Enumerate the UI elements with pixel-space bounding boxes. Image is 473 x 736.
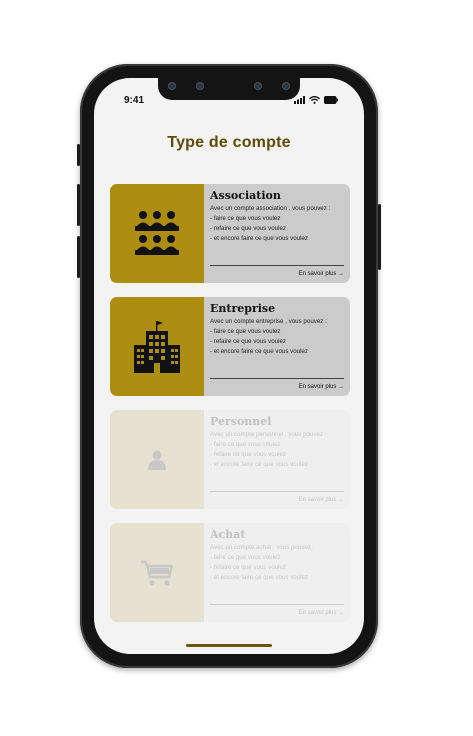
card-icon-panel [110,410,204,509]
camera-icon [196,82,204,90]
card-intro: Avec un compte achat , vous pouvez : [210,544,315,551]
volume-down-button [77,236,80,278]
card-line: - refaire ce que vous voulez [210,564,287,571]
card-title: Entreprise [210,302,276,315]
account-card-entreprise[interactable]: Entreprise Avec un compte entreprise , v… [110,297,350,396]
account-card-achat[interactable]: Achat Avec un compte achat , vous pouvez… [110,523,350,622]
card-divider [210,604,344,605]
card-line: - refaire ce que vous voulez [210,225,287,232]
card-title: Association [210,189,281,202]
card-divider [210,491,344,492]
card-icon-panel [110,184,204,283]
card-line: - faire ce que vous voulez [210,328,281,335]
card-description: Avec un compte achat , vous pouvez : - f… [210,543,344,583]
card-body: Achat Avec un compte achat , vous pouvez… [204,523,350,622]
page-title: Type de compte [167,134,291,151]
notch [158,78,300,100]
card-intro: Avec un compte personnel , vous pouvez : [210,431,327,438]
card-line: - et encore faire ce que vous voulez [210,348,309,355]
camera-icon [254,82,262,90]
card-icon-panel [110,523,204,622]
card-body: Association Avec un compte association ,… [204,184,350,283]
volume-up-button [77,184,80,226]
card-line: - et encore faire ce que vous voulez [210,235,309,242]
account-card-personnel[interactable]: Personnel Avec un compte personnel , vou… [110,410,350,509]
card-intro: Avec un compte entreprise , vous pouvez … [210,318,327,325]
learn-more-link[interactable]: En savoir plus → [299,610,344,616]
learn-more-link[interactable]: En savoir plus → [299,497,344,503]
card-line: - faire ce que vous voulez [210,441,281,448]
card-line: - et encore faire ce que vous voulez [210,461,309,468]
card-title: Achat [210,528,246,541]
account-card-association[interactable]: Association Avec un compte association ,… [110,184,350,283]
app-screen: 9:41 Type de compte Association Avec un … [94,78,364,654]
card-line: - faire ce que vous voulez [210,554,281,561]
card-divider [210,265,344,266]
group-icon [135,210,179,255]
sensor-icon [282,82,290,90]
card-description: Avec un compte association , vous pouvez… [210,204,344,244]
wifi-icon [309,96,320,104]
status-time: 9:41 [124,95,145,106]
card-body: Entreprise Avec un compte entreprise , v… [204,297,350,396]
card-line: - refaire ce que vous voulez [210,451,287,458]
status-icons [294,96,338,104]
signal-icon [294,96,305,104]
learn-more-link[interactable]: En savoir plus → [299,384,344,390]
sensor-icon [168,82,176,90]
battery-icon [324,96,338,104]
building-icon [134,320,180,373]
card-line: - faire ce que vous voulez [210,215,281,222]
card-divider [210,378,344,379]
card-body: Personnel Avec un compte personnel , vou… [204,410,350,509]
home-indicator[interactable] [186,644,272,647]
person-icon [148,450,166,470]
card-description: Avec un compte personnel , vous pouvez :… [210,430,344,470]
power-button [378,204,381,270]
card-icon-panel [110,297,204,396]
card-description: Avec un compte entreprise , vous pouvez … [210,317,344,357]
learn-more-link[interactable]: En savoir plus → [299,271,344,277]
card-line: - refaire ce que vous voulez [210,338,287,345]
card-intro: Avec un compte association , vous pouvez… [210,205,331,212]
mute-switch [77,144,80,166]
cart-icon [141,560,174,586]
card-line: - et encore faire ce que vous voulez [210,574,309,581]
card-title: Personnel [210,415,272,428]
